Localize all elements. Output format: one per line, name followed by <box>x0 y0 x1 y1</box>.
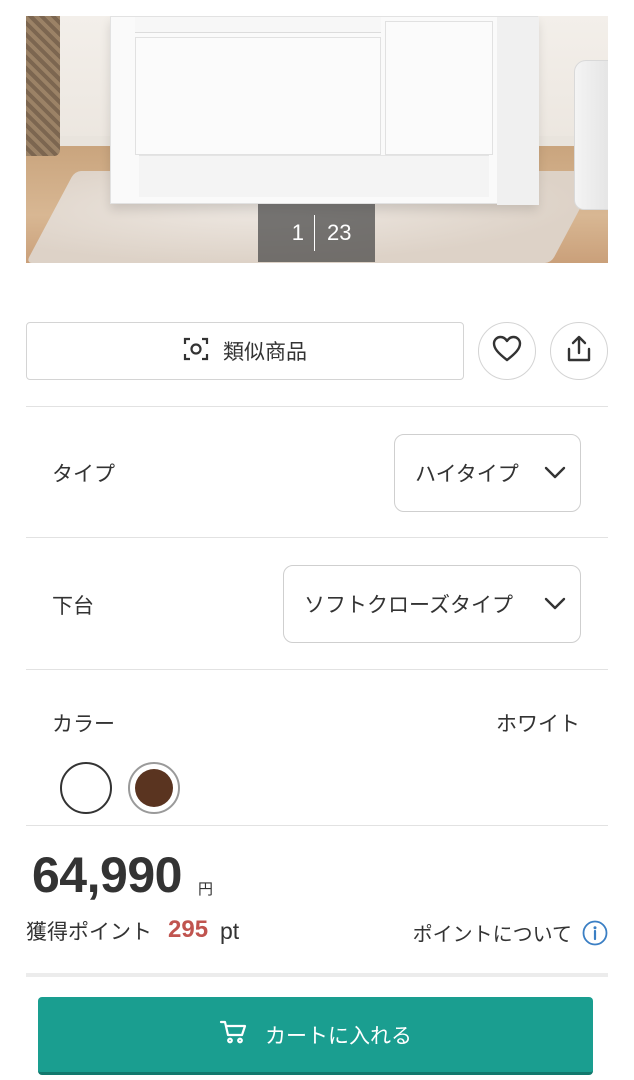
divider <box>26 825 608 826</box>
add-to-cart-label: カートに入れる <box>265 1023 412 1048</box>
image-cabinet <box>110 16 539 205</box>
section-divider <box>26 973 608 977</box>
divider <box>26 669 608 670</box>
similar-items-label: 類似商品 <box>223 340 307 364</box>
points-unit: pt <box>220 918 240 944</box>
points-about-link[interactable]: ポイントについて <box>413 918 572 947</box>
share-icon <box>565 335 593 367</box>
info-icon[interactable] <box>582 920 608 946</box>
image-counter-current: 1 <box>291 220 304 245</box>
price-amount: 64,990 <box>32 847 182 903</box>
heart-icon <box>492 335 522 367</box>
base-select-value: ソフトクローズタイプ <box>304 593 513 617</box>
share-button[interactable] <box>550 322 608 380</box>
image-counter-total: 23 <box>327 220 352 245</box>
color-label: カラー <box>52 712 115 736</box>
similar-items-button[interactable]: 類似商品 <box>26 322 464 380</box>
type-label: タイプ <box>52 462 115 486</box>
points-label: 獲得ポイント <box>26 920 152 944</box>
add-to-cart-button[interactable]: カートに入れる <box>38 997 593 1075</box>
base-select[interactable]: ソフトクローズタイプ <box>283 565 581 643</box>
chevron-down-icon <box>530 597 580 611</box>
base-label: 下台 <box>52 594 94 618</box>
divider <box>26 537 608 538</box>
camera-scan-icon <box>183 336 209 367</box>
price-unit: 円 <box>198 880 214 898</box>
color-swatch-brown[interactable] <box>128 762 180 814</box>
points-value: 295 <box>168 916 209 943</box>
color-selected-value: ホワイト <box>496 712 580 736</box>
favorite-button[interactable] <box>478 322 536 380</box>
image-counter: 1 23 <box>258 204 375 262</box>
type-select[interactable]: ハイタイプ <box>394 434 581 512</box>
chevron-down-icon <box>530 466 580 480</box>
divider <box>26 406 608 407</box>
color-swatch-white[interactable] <box>60 762 112 814</box>
cart-icon <box>219 1019 247 1050</box>
type-select-value: ハイタイプ <box>415 462 519 486</box>
image-trash-bin <box>574 60 608 210</box>
image-basket <box>26 16 60 156</box>
